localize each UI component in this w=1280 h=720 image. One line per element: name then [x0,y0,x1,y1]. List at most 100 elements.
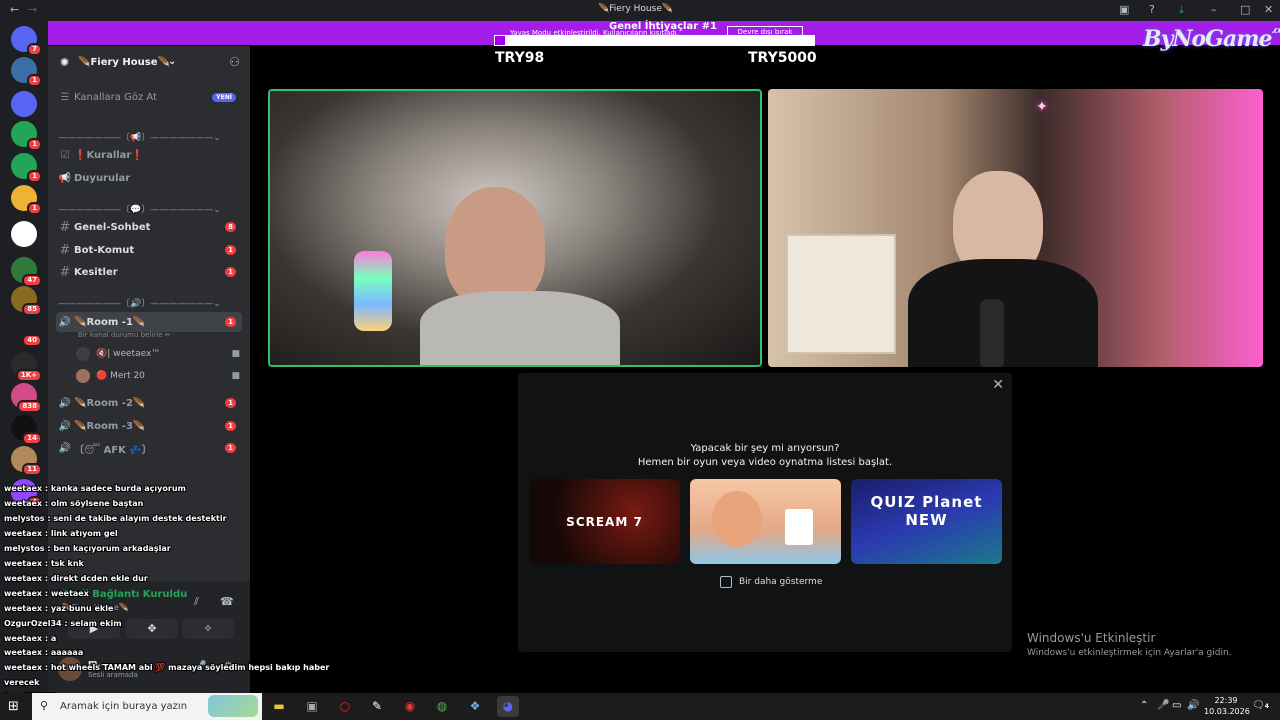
channel-label: Genel-Sohbet [74,221,151,233]
app-icon[interactable]: ❖ [464,696,486,717]
channel-label: Duyurular [74,172,131,184]
voice-user[interactable]: 🔴 Mert 20 ■ [76,367,246,385]
unread-badge: 1 [225,317,236,327]
forward-button[interactable]: → [28,3,37,16]
goal-progress [494,35,815,46]
server-icon[interactable]: 1 [11,185,42,215]
chat-message: weetaex : weetaex [4,589,89,598]
server-icon[interactable]: 40 [11,317,42,347]
volume-icon[interactable]: 🔊 [1187,700,1199,711]
server-icon[interactable] [11,91,37,117]
channel-label: Kesitler [74,266,118,278]
app-icon[interactable]: ▣ [301,696,323,717]
discord-icon[interactable]: ◕ [497,696,519,717]
server-icon[interactable]: 7 [11,26,42,56]
voice-channel-room3[interactable]: 🔊 🪶Room -3🪶 1 [56,416,242,436]
channel-general[interactable]: # Genel-Sohbet 8 [56,217,242,237]
close-icon[interactable]: ✕ [1264,3,1273,16]
dont-show-checkbox[interactable] [720,576,732,588]
activity-button[interactable]: ✥ [126,619,178,639]
channel-label: 🪶Room -2🪶 [74,397,146,409]
notification-icon[interactable]: 🗨4 [1252,700,1269,711]
channel-rules[interactable]: ☑ ❗Kurallar❗ [56,145,242,165]
taskbar-search[interactable]: ⚲ Aramak için buraya yazın [32,693,262,720]
mention-badge: 1K+ [15,369,42,382]
server-icon[interactable]: 11 [11,446,42,476]
server-icon[interactable] [11,221,37,247]
chevron-up-icon[interactable]: ⌃ [1140,700,1148,711]
voice-user[interactable]: 🔇| weetaex™ ■ [76,345,246,363]
server-avatar [11,91,37,117]
browse-channels[interactable]: ☰ Kanallara Göz At YENİ [56,87,242,107]
mic-icon[interactable]: 🎤 [1157,700,1169,711]
voice-channel-room2[interactable]: 🔊 🪶Room -2🪶 1 [56,393,242,413]
network-icon[interactable]: ▭ [1172,700,1181,711]
megaphone-icon: 📢 [58,172,72,184]
start-icon[interactable]: ⊞ [8,699,19,714]
channel-label: 🪶Room -3🪶 [74,420,146,432]
disconnect-icon[interactable]: ☎ [220,595,234,608]
close-icon[interactable]: ✕ [992,377,1004,393]
speaker-icon: 🔊 [58,442,72,454]
inbox-icon[interactable]: ▣ [1119,3,1129,16]
server-icon[interactable]: 14 [11,415,42,445]
mention-badge: 11 [22,463,42,476]
screen: ← → 🪶Fiery House🪶 ▣ ? ⤓ – □ ✕ 7 1 1 1 1 47 85 4… [0,0,1280,720]
chat-message: verecek [4,678,40,687]
category-voice[interactable]: ———————〔🔊〕———————⌄ [58,296,244,309]
category-chat[interactable]: ———————〔💬〕———————⌄ [58,202,244,215]
channel-announcements[interactable]: 📢 Duyurular [56,168,242,188]
person-hoodie [420,291,620,365]
guild-header[interactable]: ✺ 🪶Fiery House🪶 ⌄ ⚇ [48,46,250,80]
server-icon[interactable]: 47 [11,257,42,287]
dont-show-label[interactable]: Bir daha gösterme [739,577,822,587]
server-icon[interactable]: 1K+ [11,352,42,382]
neon-sign: ✦ [1036,99,1048,115]
video-tile[interactable]: ✦ [768,89,1263,367]
mention-badge: 40 [22,334,42,347]
channel-bot[interactable]: # Bot-Komut 1 [56,240,242,260]
opera-icon[interactable]: ○ [334,696,356,717]
taskbar-clock[interactable]: 22:39 10.03.2026 [1204,695,1250,717]
server-icon[interactable]: 1 [11,57,42,87]
mention-badge: 1 [27,202,42,215]
soundboard-button[interactable]: ✧ [182,619,234,639]
voice-channel-afk[interactable]: 🔊 〔😴 AFK 💤〕 1 [56,438,242,458]
clock-time: 22:39 [1214,696,1238,705]
category-info[interactable]: ———————〔📢〕———————⌄ [58,130,244,143]
channel-clips[interactable]: # Kesitler 1 [56,262,242,282]
chat-message: weetaex : a [4,634,57,643]
activity-card-quiz[interactable]: QUIZ Planet NEW [851,479,1002,564]
download-icon[interactable]: ⤓ [1179,3,1184,17]
activity-card-scream[interactable]: SCREAM 7 [529,479,680,564]
noise-suppression-icon[interactable]: ⫽ [194,595,199,609]
app-icon[interactable]: ✎ [366,696,388,717]
file-explorer-icon[interactable]: ▬ [268,696,290,717]
help-icon[interactable]: ? [1149,3,1155,16]
logo-suffix: .com [1271,26,1280,36]
activity-prompt: Yapacak bir şey mi arıyorsun? [690,443,840,454]
voice-channel-room1[interactable]: 🔊 🪶Room -1🪶 1 [56,312,242,332]
back-button[interactable]: ← [10,3,19,16]
minimize-icon[interactable]: – [1211,3,1217,16]
search-highlight-image [208,695,258,717]
chrome-icon[interactable]: ◍ [431,696,453,717]
server-icon[interactable]: 1 [11,121,42,151]
server-icon[interactable]: 1 [11,153,42,183]
server-icon[interactable]: 838 [11,383,42,413]
obs-icon[interactable]: ◉ [399,696,421,717]
activation-subtitle: Windows'u etkinleştirmek için Ayarlar'a … [1027,648,1232,658]
character-face [712,491,762,547]
video-tile-speaking[interactable] [268,89,762,367]
mention-badge: 85 [22,303,42,316]
hash-icon: # [59,219,71,235]
unread-badge: 1 [225,267,236,277]
unread-badge: 8 [225,222,236,232]
server-icon[interactable]: 85 [11,286,42,316]
maximize-icon[interactable]: □ [1240,3,1250,16]
mention-badge: 1 [27,138,42,151]
channel-status[interactable]: Bir kanal durumu belirle ✏ [78,331,171,339]
activity-card-solitaire[interactable] [690,479,841,564]
add-member-icon[interactable]: ⚇ [229,55,240,69]
mention-badge: 1 [27,74,42,87]
